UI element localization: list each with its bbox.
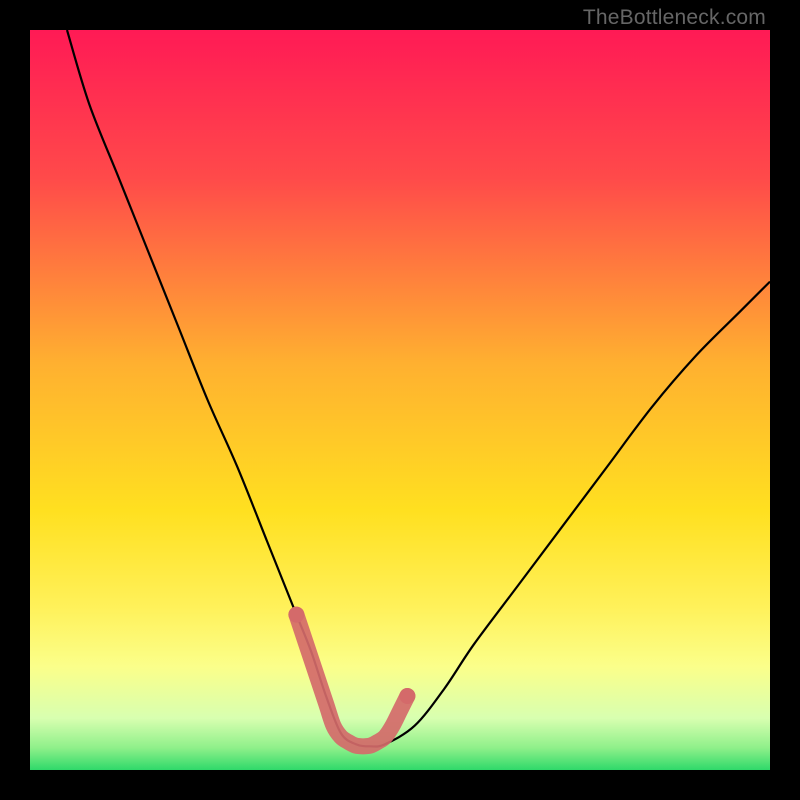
gradient-background: [30, 30, 770, 770]
chart-svg: [30, 30, 770, 770]
chart-frame: TheBottleneck.com: [0, 0, 800, 800]
highlight-endpoint: [399, 688, 415, 704]
highlight-endpoint: [288, 607, 304, 623]
watermark-text: TheBottleneck.com: [583, 6, 766, 30]
plot-area: [30, 30, 770, 770]
